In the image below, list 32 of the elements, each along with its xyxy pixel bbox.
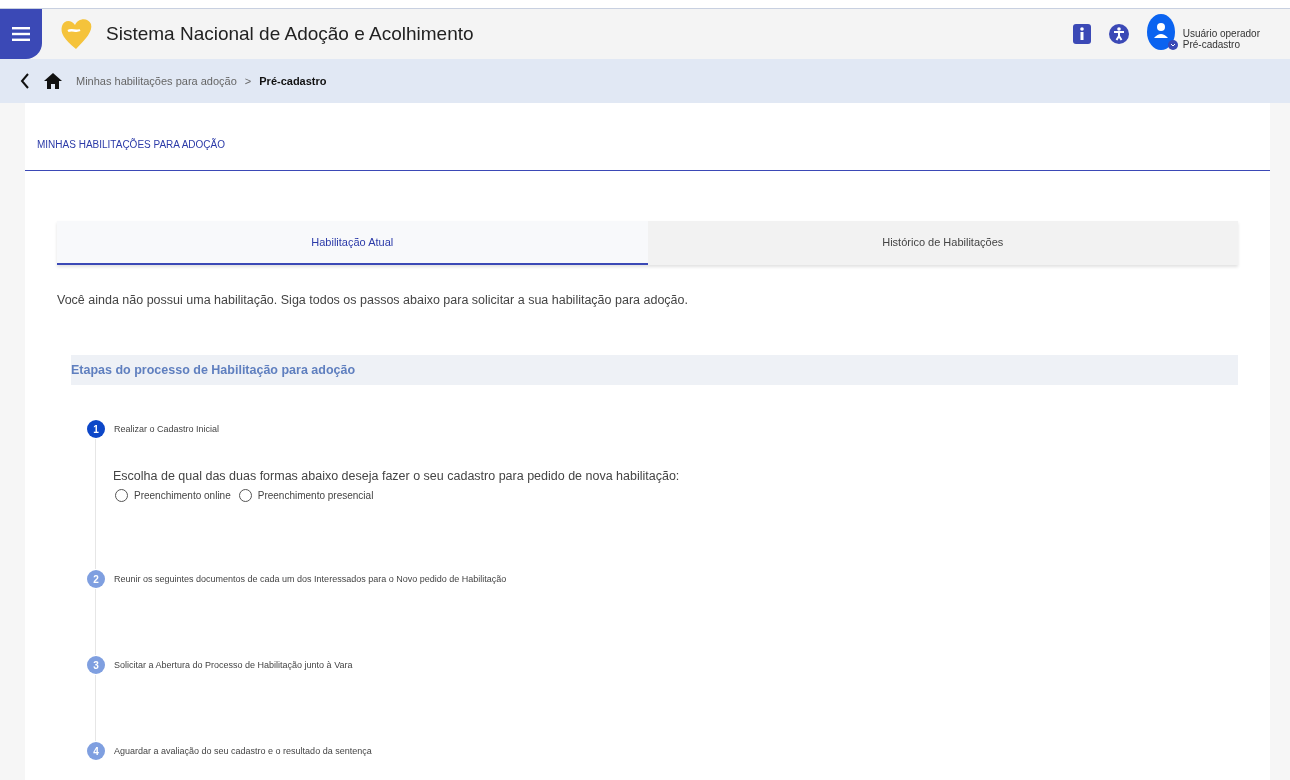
step-label: Solicitar a Abertura do Processo de Habilitação junto à Vara [114,660,353,670]
step-number: 4 [87,742,105,760]
step-label: Aguardar a avaliação do seu cadastro e o resultado da sentença [114,746,372,756]
menu-icon [12,26,30,42]
accessibility-button[interactable] [1108,24,1129,44]
tab[interactable]: Histórico de Habilitações [647,221,1238,265]
radio-label: Preenchimento online [134,490,231,501]
step-prompt: Escolha de qual das duas formas abaixo deseja fazer o seu cadastro para pedido de nova habilitação: [113,469,681,483]
radio-button[interactable] [115,489,128,502]
menu-button[interactable] [0,9,42,59]
section-title: Etapas do processo de Habilitação para adoção [71,355,1238,385]
intro-text: Você ainda não possui uma habilitação. Siga todos os passos abaixo para solicitar a sua habilitação para adoção. [57,293,689,307]
breadcrumb-link[interactable]: Pré-cadastro [259,75,327,87]
user-name: Usuário operador [1182,28,1260,39]
breadcrumb-link[interactable]: Minhas habilitações para adoção [76,75,237,87]
tab[interactable]: Habilitação Atual [57,221,648,265]
step-number: 2 [87,570,105,588]
step-label: Realizar o Cadastro Inicial [114,424,220,434]
breadcrumb-separator: > [244,75,252,87]
back-icon[interactable] [20,73,30,89]
home-icon[interactable] [44,73,62,89]
user-role: Pré-cadastro [1182,39,1240,50]
accessibility-icon [1108,24,1129,44]
app-title: Sistema Nacional de Adoção e Acolhimento [106,23,474,45]
page-title: MINHAS HABILITAÇÕES PARA ADOÇÃO [25,103,1270,171]
radio-label: Preenchimento presencial [257,490,374,501]
info-button[interactable] [1072,24,1091,44]
radio-button[interactable] [238,489,252,502]
step-label: Reunir os seguintes documentos de cada um dos Interessados para o Novo pedido de Habilitação [114,574,507,584]
step-number: 3 [87,656,105,674]
step-number: 1 [87,420,105,438]
info-icon [1072,24,1091,44]
